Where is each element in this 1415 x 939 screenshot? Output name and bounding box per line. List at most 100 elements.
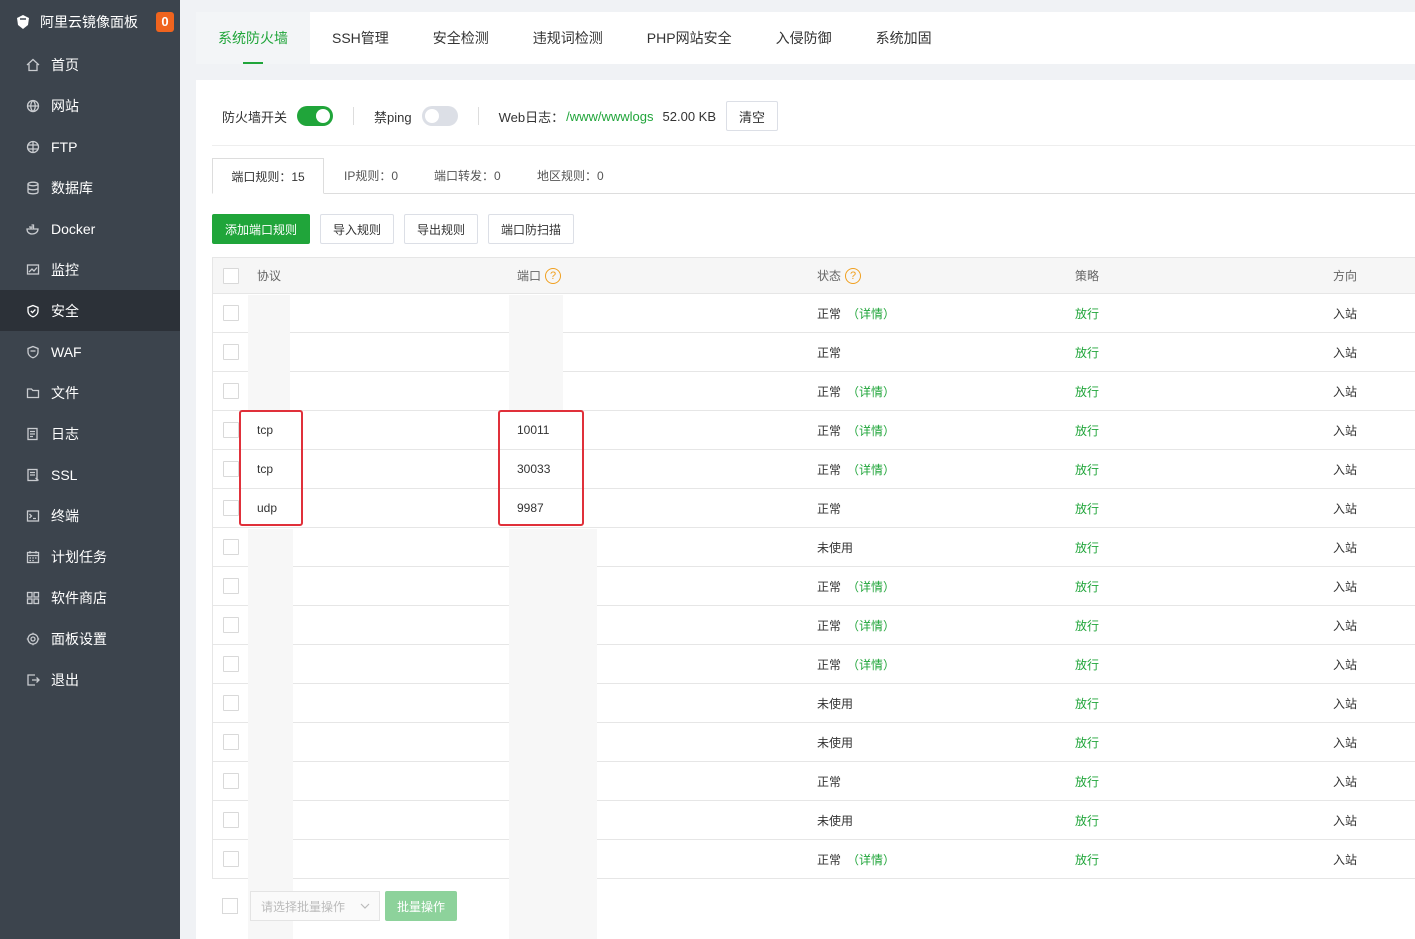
sidebar-item-12[interactable]: 计划任务 <box>0 536 180 577</box>
cell-policy: 放行 <box>1075 423 1100 438</box>
sidebar-item-label: 监控 <box>51 261 79 278</box>
firewall-toggle[interactable] <box>297 106 334 126</box>
cell-policy: 放行 <box>1075 618 1100 633</box>
row-checkbox[interactable] <box>223 762 239 800</box>
row-checkbox[interactable] <box>223 684 239 722</box>
sidebar-item-label: WAF <box>51 343 82 360</box>
logout-icon <box>26 673 40 687</box>
tab-3[interactable]: 违规词检测 <box>511 12 625 64</box>
sidebar-item-7[interactable]: WAF <box>0 331 180 372</box>
row-checkbox[interactable] <box>223 567 239 605</box>
brand-title: 阿里云镜像面板 <box>40 14 138 30</box>
port-highlight-box <box>498 410 584 526</box>
clear-log-button[interactable]: 清空 <box>726 101 779 131</box>
cell-policy: 放行 <box>1075 306 1100 321</box>
row-checkbox[interactable] <box>223 294 239 332</box>
cell-status: 未使用 <box>817 528 853 566</box>
row-checkbox[interactable] <box>223 723 239 761</box>
row-checkbox[interactable] <box>223 450 239 488</box>
subtab-port-rules[interactable]: 端口规则：15 <box>212 158 324 194</box>
sidebar-item-label: 网站 <box>51 97 79 114</box>
sidebar-item-15[interactable]: 退出 <box>0 659 180 700</box>
table-row: 正常 放行 入站 <box>213 333 1415 372</box>
sidebar-item-5[interactable]: 监控 <box>0 249 180 290</box>
sidebar-item-label: 日志 <box>51 425 79 442</box>
tab-6[interactable]: 系统加固 <box>854 12 954 64</box>
footer-select-checkbox[interactable] <box>222 898 238 914</box>
subtab-port-forward[interactable]: 端口转发：0 <box>434 158 501 194</box>
action-buttons: 添加端口规则 导入规则 导出规则 端口防扫描 <box>212 214 584 244</box>
detail-link[interactable]: （详情） <box>847 461 895 478</box>
status-text: 正常 <box>817 345 842 360</box>
tab-1[interactable]: SSH管理 <box>310 12 411 64</box>
table-row: 未使用 放行 入站 <box>213 684 1415 723</box>
tab-0[interactable]: 系统防火墙 <box>196 12 310 64</box>
sidebar-item-9[interactable]: 日志 <box>0 413 180 454</box>
sidebar-item-1[interactable]: 网站 <box>0 85 180 126</box>
row-checkbox[interactable] <box>223 606 239 644</box>
firewall-switch-label: 防火墙开关 <box>222 109 288 125</box>
detail-link[interactable]: （详情） <box>847 656 895 673</box>
sidebar-item-10[interactable]: SSL <box>0 454 180 495</box>
batch-action-select[interactable]: 请选择批量操作 <box>250 891 380 921</box>
select-all-checkbox[interactable] <box>223 258 239 293</box>
detail-link[interactable]: （详情） <box>847 578 895 595</box>
apps-icon <box>26 591 40 605</box>
sidebar-item-11[interactable]: 终端 <box>0 495 180 536</box>
cell-policy: 放行 <box>1075 696 1100 711</box>
detail-link[interactable]: （详情） <box>847 851 895 868</box>
detail-link[interactable]: （详情） <box>847 617 895 634</box>
detail-link[interactable]: （详情） <box>847 422 895 439</box>
row-checkbox[interactable] <box>223 840 239 878</box>
cell-policy: 放行 <box>1075 813 1100 828</box>
cell-direction: 入站 <box>1333 579 1358 594</box>
weblog-path-link[interactable]: /www/wwwlogs <box>566 109 653 124</box>
detail-link[interactable]: （详情） <box>847 305 895 322</box>
batch-operation-button[interactable]: 批量操作 <box>385 891 458 921</box>
subtab-ip-rules[interactable]: IP规则：0 <box>344 158 398 194</box>
sidebar-item-0[interactable]: 首页 <box>0 44 180 85</box>
import-rules-button[interactable]: 导入规则 <box>320 214 395 244</box>
row-checkbox[interactable] <box>223 645 239 683</box>
toggle-knob <box>316 109 331 123</box>
sidebar-item-14[interactable]: 面板设置 <box>0 618 180 659</box>
cell-status: 正常 <box>817 489 841 527</box>
cell-direction: 入站 <box>1333 384 1358 399</box>
row-checkbox[interactable] <box>223 528 239 566</box>
tab-5[interactable]: 入侵防御 <box>754 12 854 64</box>
sidebar-item-6[interactable]: 安全 <box>0 290 180 331</box>
row-checkbox[interactable] <box>223 801 239 839</box>
row-checkbox[interactable] <box>223 489 239 527</box>
sidebar-item-label: FTP <box>51 138 78 155</box>
row-checkbox[interactable] <box>223 333 239 371</box>
port-scan-protection-button[interactable]: 端口防扫描 <box>488 214 575 244</box>
ping-toggle[interactable] <box>421 106 458 126</box>
status-text: 正常 <box>817 579 842 594</box>
sidebar-item-4[interactable]: Docker <box>0 208 180 249</box>
row-checkbox[interactable] <box>223 372 239 410</box>
sidebar-item-3[interactable]: 数据库 <box>0 167 180 208</box>
help-icon[interactable]: ? <box>845 267 862 284</box>
cell-policy: 放行 <box>1075 345 1100 360</box>
tab-4[interactable]: PHP网站安全 <box>625 12 754 64</box>
tab-2[interactable]: 安全检测 <box>411 12 511 64</box>
cell-status: 正常 （详情） <box>817 567 895 605</box>
detail-link[interactable]: （详情） <box>847 383 895 400</box>
cell-policy: 放行 <box>1075 852 1100 867</box>
sidebar-item-8[interactable]: 文件 <box>0 372 180 413</box>
checkbox-box <box>223 656 239 672</box>
table-row: 正常 （详情） 放行 入站 <box>213 294 1415 333</box>
export-rules-button[interactable]: 导出规则 <box>404 214 479 244</box>
batch-select-placeholder: 请选择批量操作 <box>261 899 346 914</box>
help-icon[interactable]: ? <box>545 267 562 284</box>
row-checkbox[interactable] <box>223 411 239 449</box>
add-port-rule-button[interactable]: 添加端口规则 <box>212 214 311 244</box>
subtab-region-rules[interactable]: 地区规则：0 <box>537 158 604 194</box>
gear-icon <box>26 632 40 646</box>
cell-policy: 放行 <box>1075 462 1100 477</box>
sidebar-item-2[interactable]: FTP <box>0 126 180 167</box>
redacted-area <box>248 529 293 939</box>
sidebar-item-13[interactable]: 软件商店 <box>0 577 180 618</box>
notification-badge[interactable]: 0 <box>156 12 174 32</box>
port-rules-table: 协议 端口? 状态? 策略 方向 正常 （详情） 放行 入站 正常 放行 入站 正常 （详情）放… <box>212 257 1415 939</box>
